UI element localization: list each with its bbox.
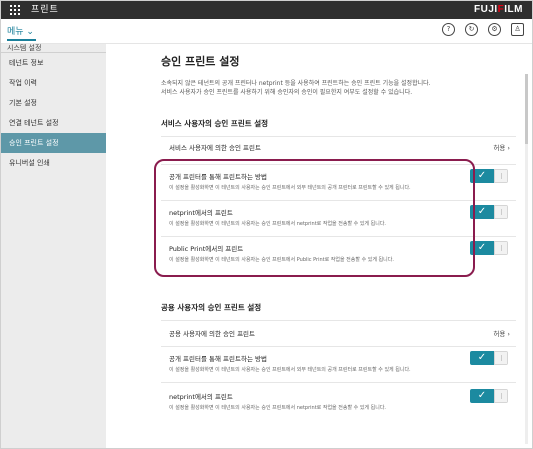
shared-approval-row[interactable]: 공용 사용자에 의한 승인 프린트 허용 › <box>161 320 516 343</box>
sidebar-item-universal-print[interactable]: 유니버설 인쇄 <box>1 153 106 173</box>
app-grid-icon[interactable] <box>10 5 20 15</box>
public-printer-toggle[interactable]: ✓ <box>470 169 508 183</box>
netprint-toggle[interactable]: ✓ <box>470 205 508 219</box>
brand-logo: FUJIFILM <box>474 4 523 15</box>
sidebar-item-job-history[interactable]: 작업 이력 <box>1 73 106 93</box>
service-section-title: 서비스 사용자의 승인 프린트 설정 <box>161 119 269 128</box>
app-window: 프린트 FUJIFILM 메뉴 ⌄ ? ↻ ⚙ ♙ 시스템 설정 테넌트 정보 … <box>0 0 533 449</box>
top-bar: 프린트 FUJIFILM <box>1 1 532 19</box>
shared-netprint-toggle[interactable]: ✓ <box>470 389 508 403</box>
refresh-icon[interactable]: ↻ <box>465 23 478 36</box>
service-approval-value: 허용 › <box>493 144 510 152</box>
page-description: 소속되지 않은 테넌트의 공개 프린터나 netprint 등을 사용하여 프린… <box>161 80 431 96</box>
check-icon: ✓ <box>470 351 494 365</box>
public-print-toggle[interactable]: ✓ <box>470 241 508 255</box>
menu-button[interactable]: 메뉴 ⌄ <box>7 24 36 41</box>
sidebar-item-basic-settings[interactable]: 기본 설정 <box>1 93 106 113</box>
shared-section-title: 공용 사용자의 승인 프린트 설정 <box>161 303 262 312</box>
highlight-box <box>154 159 475 277</box>
sidebar-item-tenant-info[interactable]: 테넌트 정보 <box>1 53 106 73</box>
app-title: 프린트 <box>31 5 59 15</box>
setting-row: netprint에서의 프린트 이 설정을 활성화하면 이 테넌트의 사용자는 … <box>161 382 516 419</box>
sidebar: 시스템 설정 테넌트 정보 작업 이력 기본 설정 연결 테넌트 설정 승인 프… <box>1 44 106 448</box>
sidebar-section-head: 시스템 설정 <box>1 44 106 53</box>
page-title: 승인 프린트 설정 <box>161 55 240 68</box>
sub-toolbar: 메뉴 ⌄ ? ↻ ⚙ ♙ <box>1 19 532 44</box>
check-icon: ✓ <box>470 389 494 403</box>
service-approval-row[interactable]: 서비스 사용자에 의한 승인 프린트 허용 › <box>161 136 516 155</box>
sidebar-item-linked-tenant[interactable]: 연결 테넌트 설정 <box>1 113 106 133</box>
scrollbar-thumb[interactable] <box>525 74 528 144</box>
help-icon[interactable]: ? <box>442 23 455 36</box>
shared-public-printer-toggle[interactable]: ✓ <box>470 351 508 365</box>
shared-approval-value: 허용 › <box>493 330 510 338</box>
sidebar-item-approval-print[interactable]: 승인 프린트 설정 <box>1 133 106 153</box>
setting-row: 공개 프린터를 통해 프린트하는 방법 이 설정을 활성화하면 이 테넌트의 사… <box>161 346 516 383</box>
user-icon[interactable]: ♙ <box>511 23 524 36</box>
settings-icon[interactable]: ⚙ <box>488 23 501 36</box>
